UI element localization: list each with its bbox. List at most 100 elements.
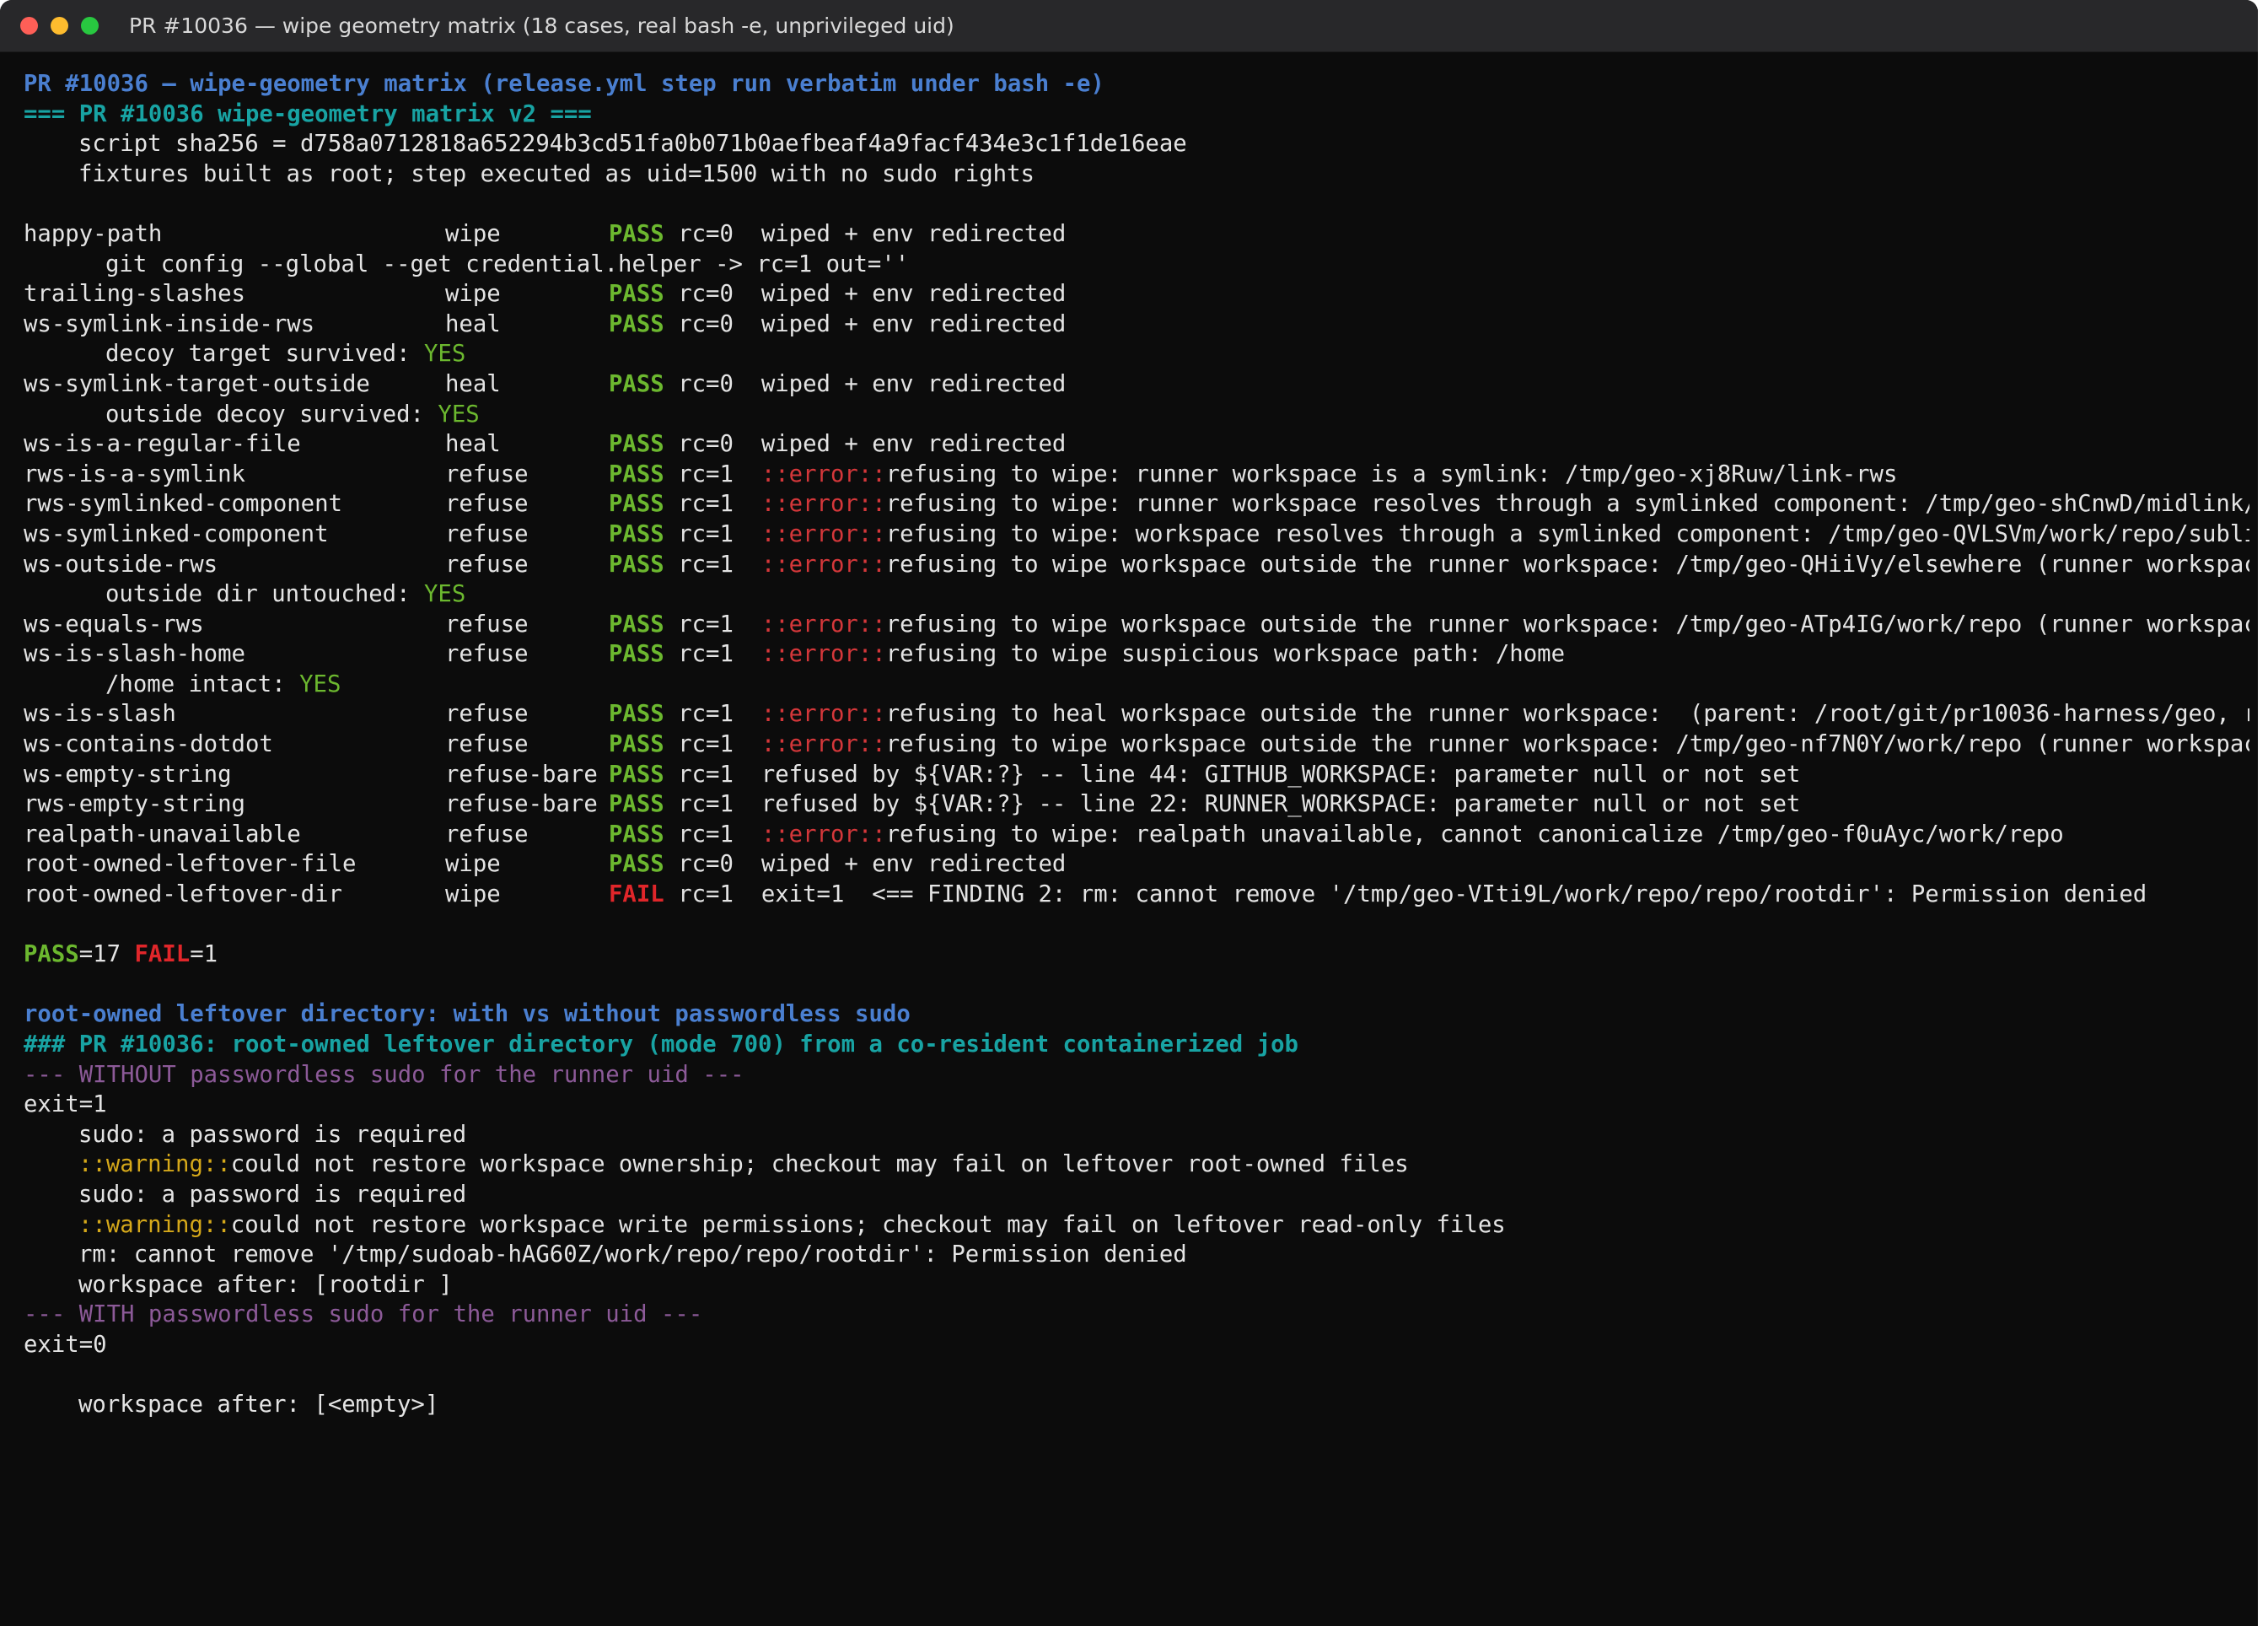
without-sudo-line: workspace after: [rootdir ] [24,1270,2258,1300]
case-status: PASS [609,791,664,818]
case-message: wiped + env redirected [760,431,1067,458]
zoom-button[interactable] [81,17,99,35]
without-sudo-exit: exit=1 [24,1091,107,1118]
matrix-row: root-owned-leftover-dir wipe FAIL rc=1 exi… [24,880,2249,910]
terminal-output[interactable]: PR #10036 — wipe-geometry matrix (releas… [0,52,2258,1420]
case-mode: wipe [445,220,501,247]
without-sudo-line: ::warning::could not restore workspace w… [24,1210,2258,1241]
matrix-row: ws-symlink-target-outside heal PASS rc=0 w… [24,369,2249,400]
summary-line: PASS=17 FAIL=1 [24,940,2249,970]
matrix-row: rws-symlinked-component refuse PASS rc=1 :… [24,489,2249,520]
case-rc: rc=0 [678,281,734,308]
error-prefix: ::error:: [760,731,886,758]
case-message: refusing to wipe: workspace resolves thr… [885,520,2249,547]
detail-text: /home intact: [105,670,300,697]
close-button[interactable] [20,17,38,35]
without-sudo-line: sudo: a password is required [24,1180,2258,1210]
case-rc: rc=1 [678,761,734,788]
case-name: realpath-unavailable [24,821,301,848]
case-message: refusing to wipe workspace outside the r… [885,551,2249,578]
case-status: PASS [609,220,664,247]
sha-line: script sha256 = d758a0712818a652294b3cd5… [78,131,1187,158]
case-status: FAIL [609,881,664,908]
case-rc: rc=1 [678,611,734,638]
case-mode: wipe [445,881,501,908]
case-name: ws-symlink-inside-rws [24,310,315,337]
without-sudo-line: sudo: a password is required [24,1120,2258,1150]
case-name: root-owned-leftover-file [24,851,357,878]
case-rc: rc=1 [678,641,734,668]
case-status: PASS [609,851,664,878]
case-detail: /home intact: YES [24,670,2258,700]
case-name: ws-empty-string [24,761,232,788]
with-sudo-exit: exit=0 [24,1331,107,1358]
case-rc: rc=1 [678,551,734,578]
case-rc: rc=1 [678,821,734,848]
detail-yes: YES [424,581,466,608]
case-rc: rc=0 [678,310,734,337]
case-name: ws-is-slash [24,701,176,728]
matrix-row: happy-path wipe PASS rc=0 wiped + env redi… [24,219,2249,250]
case-mode: refuse [445,460,529,487]
banner-line: PR #10036 — wipe-geometry matrix (releas… [24,71,1104,97]
case-mode: refuse [445,701,529,728]
error-prefix: ::error:: [760,641,886,668]
with-sudo-workspace-after: workspace after: [<empty>] [78,1392,439,1419]
case-mode: refuse [445,520,529,547]
case-rc: rc=1 [678,791,734,818]
detail-yes: YES [299,670,341,697]
output-text: rm: cannot remove '/tmp/sudoab-hAG60Z/wo… [78,1241,1187,1268]
terminal-window: PR #10036 — wipe geometry matrix (18 cas… [0,0,2258,1626]
error-prefix: ::error:: [760,520,886,547]
case-message: wiped + env redirected [760,220,1067,247]
output-text: sudo: a password is required [78,1121,467,1148]
case-rc: rc=1 [678,520,734,547]
case-rc: rc=1 [678,701,734,728]
error-prefix: ::error:: [760,701,886,728]
matrix-row: ws-is-a-regular-file heal PASS rc=0 wiped … [24,429,2249,460]
case-status: PASS [609,370,664,397]
case-rc: rc=0 [678,370,734,397]
leftover-banner: root-owned leftover directory: with vs w… [24,1001,911,1028]
error-prefix: ::error:: [760,611,886,638]
case-name: root-owned-leftover-dir [24,881,342,908]
case-status: PASS [609,821,664,848]
case-status: PASS [609,281,664,308]
matrix-row: realpath-unavailable refuse PASS rc=1 ::er… [24,820,2249,850]
pass-label: PASS [24,941,79,968]
case-mode: wipe [445,281,501,308]
case-detail: outside dir untouched: YES [24,579,2258,610]
case-message: refusing to heal workspace outside the r… [885,701,2249,728]
detail-yes: YES [424,341,466,368]
matrix-row: trailing-slashes wipe PASS rc=0 wiped + en… [24,279,2249,310]
case-status: PASS [609,731,664,758]
case-mode: refuse [445,821,529,848]
matrix-row: rws-is-a-symlink refuse PASS rc=1 ::error:… [24,460,2249,490]
without-sudo-header: --- WITHOUT passwordless sudo for the ru… [24,1061,744,1088]
case-message: wiped + env redirected [760,310,1067,337]
leftover-heading: ### PR #10036: root-owned leftover direc… [24,1031,1298,1058]
case-status: PASS [609,641,664,668]
case-name: ws-symlink-target-outside [24,370,370,397]
error-prefix: ::error:: [760,460,886,487]
case-message: wiped + env redirected [760,370,1067,397]
case-mode: refuse [445,551,529,578]
minimize-button[interactable] [51,17,68,35]
without-sudo-line: ::warning::could not restore workspace o… [24,1150,2258,1180]
matrix-row: ws-symlink-inside-rws heal PASS rc=0 wiped… [24,310,2249,340]
case-name: ws-is-slash-home [24,641,245,668]
case-detail: git config --global --get credential.hel… [24,250,2258,280]
matrix-row: ws-equals-rws refuse PASS rc=1 ::error::re… [24,610,2249,640]
case-message: refusing to wipe: runner workspace resol… [885,491,2249,518]
case-name: rws-is-a-symlink [24,460,245,487]
case-name: ws-equals-rws [24,611,204,638]
case-name: ws-contains-dotdot [24,731,273,758]
title-bar: PR #10036 — wipe geometry matrix (18 cas… [0,0,2258,52]
matrix-row: ws-symlinked-component refuse PASS rc=1 ::… [24,520,2249,550]
case-status: PASS [609,310,664,337]
case-status: PASS [609,611,664,638]
detail-text: decoy target survived: [105,341,424,368]
